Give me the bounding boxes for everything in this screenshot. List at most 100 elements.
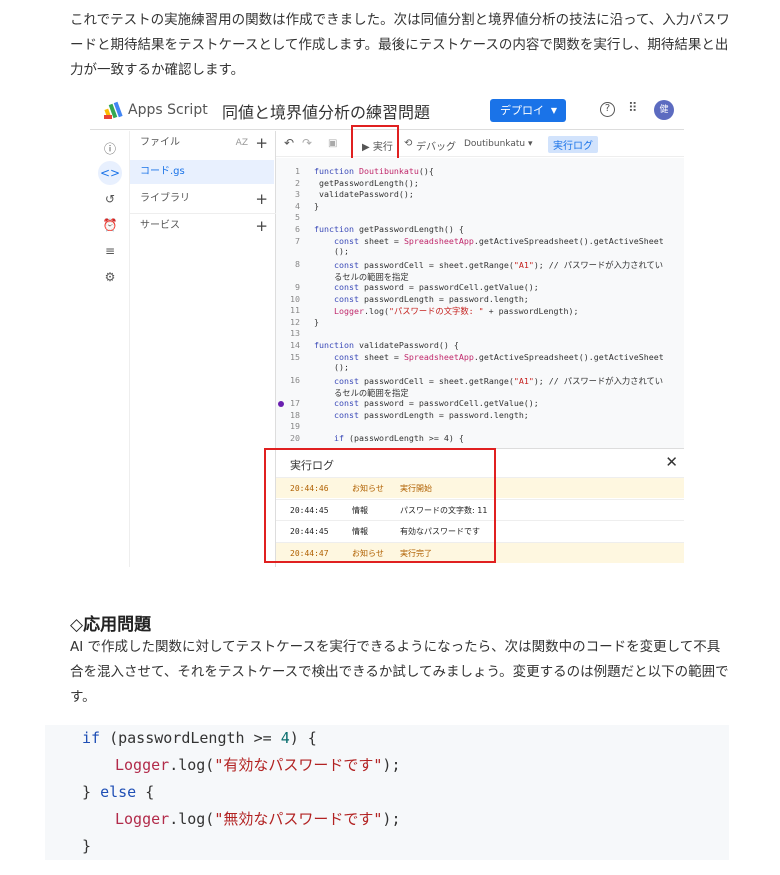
deploy-button[interactable]: デプロイ ▼ bbox=[490, 99, 566, 122]
line-number: 15 bbox=[290, 351, 300, 362]
line-number: 12 bbox=[290, 316, 300, 327]
line-number: 16 bbox=[290, 374, 300, 385]
undo-icon[interactable]: ↶ bbox=[284, 136, 294, 150]
run-highlight-box bbox=[351, 125, 399, 161]
exec-log-button[interactable]: 実行ログ bbox=[548, 136, 598, 153]
code-token: .log( bbox=[169, 756, 215, 774]
info-icon[interactable]: ⓘ bbox=[102, 141, 118, 157]
line-number: 14 bbox=[290, 340, 300, 350]
code-line: const password = passwordCell.getValue()… bbox=[333, 398, 539, 408]
code-token: Logger bbox=[115, 810, 170, 828]
libraries-label: ライブラリ bbox=[140, 193, 190, 204]
apps-script-screenshot: Apps Script 同値と境界値分析の練習問題 デプロイ ▼ ? ⠿ 健 ⓘ … bbox=[90, 92, 684, 567]
line-number: 11 bbox=[290, 305, 300, 316]
libraries-row[interactable]: ライブラリ + bbox=[130, 187, 276, 211]
code-line: const sheet = SpreadsheetApp.getActiveSp… bbox=[333, 351, 664, 372]
file-item-code-gs[interactable]: コード.gs bbox=[130, 160, 274, 184]
code-line: const passwordLength = password.length; bbox=[333, 293, 529, 304]
settings-gear-icon[interactable]: ⚙ bbox=[102, 269, 118, 285]
services-label: サービス bbox=[140, 220, 180, 231]
code-token: "無効なパスワードです" bbox=[214, 810, 383, 828]
code-line: if (passwordLength >= 4) { bbox=[82, 725, 317, 752]
redo-icon[interactable]: ↷ bbox=[302, 136, 312, 150]
code-token: Logger bbox=[115, 756, 170, 774]
left-rail: ⓘ <> ↺ ⏰ ≡ ⚙ bbox=[90, 131, 130, 567]
function-select[interactable]: Doutibunkatu ▾ bbox=[464, 139, 532, 149]
code-token: else bbox=[100, 783, 137, 801]
sort-az-icon[interactable]: AZ bbox=[236, 131, 248, 155]
code-token: (passwordLength >= bbox=[100, 729, 281, 747]
executions-icon[interactable]: ≡ bbox=[102, 243, 118, 259]
code-token: if bbox=[82, 729, 101, 747]
code-line: function validatePassword() { bbox=[314, 340, 459, 350]
line-number: 18 bbox=[290, 409, 300, 420]
add-file-icon[interactable]: + bbox=[255, 131, 268, 155]
line-number: 10 bbox=[290, 293, 300, 304]
line-number: 8 bbox=[295, 258, 300, 269]
app-name: Apps Script bbox=[128, 102, 208, 118]
avatar[interactable]: 健 bbox=[654, 100, 674, 120]
code-token: { bbox=[136, 783, 155, 801]
code-line: function getPasswordLength() { bbox=[314, 224, 464, 234]
files-label: ファイル bbox=[140, 137, 180, 148]
triggers-alarm-icon[interactable]: ⏰ bbox=[102, 217, 118, 233]
log-highlight-box bbox=[264, 448, 496, 563]
code-line: const sheet = SpreadsheetApp.getActiveSp… bbox=[333, 235, 664, 256]
code-line: } bbox=[82, 837, 92, 855]
code-icon[interactable]: <> bbox=[98, 161, 122, 185]
code-line: function Doutibunkatu(){ bbox=[314, 166, 434, 176]
line-number: 9 bbox=[295, 282, 300, 292]
deploy-label: デプロイ bbox=[500, 104, 544, 117]
code-line: const passwordCell = sheet.getRange("A1"… bbox=[333, 375, 664, 398]
services-row[interactable]: サービス + bbox=[130, 213, 276, 237]
code-line: const passwordCell = sheet.getRange("A1"… bbox=[333, 259, 664, 282]
code-line: if (passwordLength >= 4) { bbox=[333, 432, 464, 443]
close-icon[interactable]: ✕ bbox=[665, 453, 678, 471]
line-number: 2 bbox=[295, 177, 300, 188]
save-icon[interactable]: ▣ bbox=[328, 138, 337, 149]
body-paragraph: AI で作成した関数に対してテストケースを実行できるようになったら、次は関数中の… bbox=[70, 639, 729, 705]
code-token: } bbox=[82, 783, 101, 801]
line-number: 13 bbox=[290, 328, 300, 339]
breakpoint-dot[interactable] bbox=[278, 401, 284, 407]
history-icon[interactable]: ↺ bbox=[102, 191, 118, 207]
code-block: if (passwordLength >= 4) { Logger.log("有… bbox=[45, 725, 729, 860]
debug-icon[interactable]: ⟲ bbox=[404, 138, 412, 149]
code-token: ); bbox=[382, 810, 401, 828]
code-line: const password = passwordCell.getValue()… bbox=[333, 282, 539, 292]
code-line: } else { bbox=[82, 779, 154, 806]
line-number: 5 bbox=[295, 212, 300, 223]
line-number: 19 bbox=[290, 421, 300, 432]
code-line: Logger.log("無効なパスワードです"); bbox=[115, 806, 400, 833]
code-line: Logger.log("有効なパスワードです"); bbox=[115, 752, 400, 779]
apps-grid-icon[interactable]: ⠿ bbox=[628, 101, 638, 116]
apps-script-logo-icon bbox=[104, 101, 123, 119]
section-heading: ◇応用問題 bbox=[70, 615, 152, 635]
caret-down-icon: ▼ bbox=[550, 106, 557, 115]
code-token: .log( bbox=[169, 810, 215, 828]
line-number: 3 bbox=[295, 189, 300, 200]
code-token: "有効なパスワードです" bbox=[214, 756, 383, 774]
code-line: } bbox=[314, 316, 319, 327]
add-library-icon[interactable]: + bbox=[255, 187, 268, 211]
line-number: 20 bbox=[290, 432, 300, 443]
debug-button[interactable]: デバッグ bbox=[416, 138, 456, 153]
help-icon[interactable]: ? bbox=[600, 102, 615, 117]
editor-toolbar: ↶ ↷ ▣ ▶ 実行 ⟲ デバッグ Doutibunkatu ▾ 実行ログ bbox=[276, 131, 684, 157]
line-number: 4 bbox=[295, 200, 300, 211]
code-line: } bbox=[314, 200, 319, 211]
project-title[interactable]: 同値と境界値分析の練習問題 bbox=[222, 99, 430, 123]
line-number: 1 bbox=[295, 166, 300, 176]
code-token: 4 bbox=[280, 729, 290, 747]
code-line: const passwordLength = password.length; bbox=[333, 409, 529, 420]
files-panel: ファイル AZ + コード.gs ライブラリ + サービス + bbox=[130, 131, 276, 567]
add-service-icon[interactable]: + bbox=[255, 214, 268, 238]
intro-paragraph: これでテストの実施練習用の関数は作成できました。次は同値分割と境界値分析の技法に… bbox=[70, 12, 730, 78]
code-editor[interactable]: 1 function Doutibunkatu(){ 2 getPasswordLe… bbox=[276, 158, 684, 448]
line-number: 7 bbox=[295, 235, 300, 246]
code-token: ); bbox=[382, 756, 401, 774]
code-line: validatePassword(); bbox=[314, 189, 414, 200]
files-header: ファイル AZ + bbox=[130, 131, 276, 155]
code-token: ) { bbox=[289, 729, 317, 747]
code-line: getPasswordLength(); bbox=[314, 177, 419, 188]
